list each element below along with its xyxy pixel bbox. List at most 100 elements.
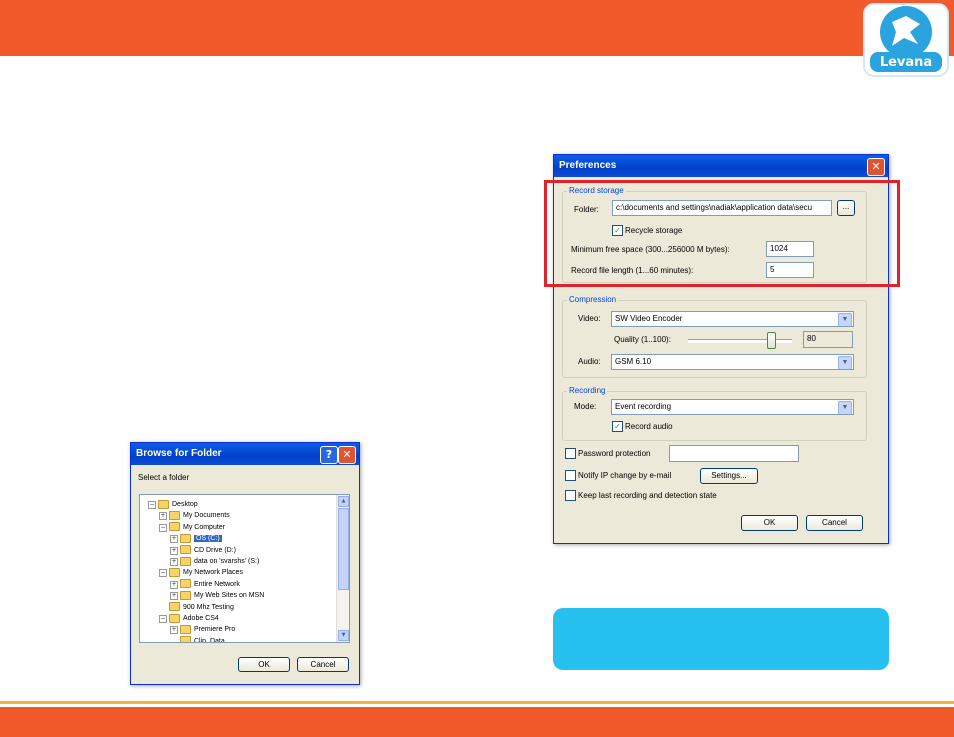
keep-last-recording-checkbox[interactable] xyxy=(565,490,576,501)
tree-item[interactable]: Entire Network xyxy=(180,579,240,590)
globe-icon xyxy=(180,579,191,589)
tree-item-label: My Network Places xyxy=(183,569,243,577)
network-icon xyxy=(169,568,180,578)
tree-item-label: data on 'svarshs' (S:) xyxy=(194,558,260,565)
quality-label: Quality (1..100): xyxy=(614,335,671,344)
cd-icon xyxy=(180,545,191,555)
preferences-title-bar: Preferences xyxy=(554,155,888,177)
desktop-icon xyxy=(158,499,169,509)
tree-item[interactable]: 900 Mhz Testing xyxy=(169,602,234,613)
audio-label: Audio: xyxy=(578,357,601,366)
drive-icon xyxy=(180,533,191,543)
recording-mode-value: Event recording xyxy=(615,402,672,411)
tree-item-label: Clip_Data xyxy=(194,637,225,643)
compression-label: Compression xyxy=(567,295,619,304)
chevron-down-icon[interactable]: ▼ xyxy=(838,356,852,369)
record-audio-checkbox[interactable]: ✓ xyxy=(612,421,623,432)
chevron-down-icon[interactable]: ▼ xyxy=(838,313,852,326)
audio-codec-select[interactable]: GSM 6.10 ▼ xyxy=(611,354,854,370)
tree-item[interactable]: My Web Sites on MSN xyxy=(180,590,264,601)
tree-item-label: My Documents xyxy=(183,512,230,520)
msn-icon xyxy=(180,590,191,600)
folder-icon xyxy=(169,613,180,623)
collapse-icon[interactable]: − xyxy=(159,523,167,532)
tree-scrollbar[interactable]: ▲ ▼ xyxy=(336,495,349,642)
help-icon[interactable]: ? xyxy=(320,446,338,464)
expand-icon[interactable]: + xyxy=(170,558,178,566)
bottom-banner xyxy=(0,707,954,737)
bottom-accent-line xyxy=(0,701,954,704)
record-audio-label: Record audio xyxy=(625,422,673,431)
tree-item[interactable]: data on 'svarshs' (S:) xyxy=(180,556,259,567)
quality-slider-track[interactable] xyxy=(688,339,792,343)
expand-icon[interactable]: + xyxy=(170,592,178,601)
recording-mode-select[interactable]: Event recording ▼ xyxy=(611,399,854,415)
close-icon[interactable]: ✕ xyxy=(867,158,885,176)
record-storage-highlight xyxy=(544,180,900,287)
browse-title: Browse for Folder xyxy=(136,448,222,459)
tree-item-label: My Web Sites on MSN xyxy=(194,592,265,600)
video-encoder-value: SW Video Encoder xyxy=(615,314,683,323)
top-banner xyxy=(0,0,954,56)
tree-item[interactable]: My Documents xyxy=(169,510,230,521)
browse-prompt: Select a folder xyxy=(138,473,190,482)
settings-button[interactable]: Settings... xyxy=(700,468,758,484)
scroll-up-icon[interactable]: ▲ xyxy=(338,496,349,507)
password-protection-checkbox[interactable] xyxy=(565,448,576,459)
tree-item-label: Adobe CS4 xyxy=(183,615,219,622)
logo-text: Levana xyxy=(879,55,933,70)
password-field[interactable] xyxy=(669,445,799,462)
tree-item[interactable]: My Network Places xyxy=(169,567,243,578)
tree-item-label: OS (C:) xyxy=(194,535,222,543)
tree-item[interactable]: Premiere Pro xyxy=(180,624,235,635)
quality-value-field[interactable]: 80 xyxy=(803,331,853,348)
browse-cancel-button[interactable]: Cancel xyxy=(297,657,349,672)
scroll-down-icon[interactable]: ▼ xyxy=(338,630,349,641)
audio-codec-value: GSM 6.10 xyxy=(615,357,652,366)
chevron-down-icon[interactable]: ▼ xyxy=(838,401,852,414)
folder-tree[interactable]: Desktop − My Documents + My Computer − OS (C:)… xyxy=(139,494,350,643)
tree-item-label: Premiere Pro xyxy=(194,626,236,634)
notify-ip-checkbox[interactable] xyxy=(565,470,576,481)
tree-item[interactable]: My Computer xyxy=(169,522,225,533)
preferences-cancel-button[interactable]: Cancel xyxy=(806,515,863,531)
browse-folder-dialog: Browse for Folder ? ✕ Select a folder De… xyxy=(130,442,360,685)
preferences-ok-button[interactable]: OK xyxy=(741,515,798,531)
expand-icon[interactable]: + xyxy=(159,512,167,521)
tree-item-label: My Computer xyxy=(183,523,226,531)
collapse-icon[interactable]: − xyxy=(148,501,156,509)
video-label: Video: xyxy=(578,314,601,323)
tree-item[interactable]: Clip_Data xyxy=(180,636,225,643)
recording-label: Recording xyxy=(567,386,608,395)
tree-item[interactable]: Adobe CS4 xyxy=(169,613,219,624)
tree-item-label: Desktop xyxy=(172,501,198,508)
folder-icon xyxy=(180,636,191,642)
collapse-icon[interactable]: − xyxy=(159,569,167,578)
tree-item-label: Entire Network xyxy=(194,580,240,588)
levana-logo: Levana xyxy=(862,2,950,78)
tree-item-label: 900 Mhz Testing xyxy=(183,603,234,611)
expand-icon[interactable]: + xyxy=(170,626,178,635)
info-callout xyxy=(553,608,889,670)
tree-item[interactable]: Desktop xyxy=(158,499,198,510)
keep-last-recording-label: Keep last recording and detection state xyxy=(578,491,717,500)
expand-icon[interactable]: + xyxy=(170,546,178,555)
tree-item[interactable]: OS (C:) xyxy=(180,533,222,544)
video-encoder-select[interactable]: SW Video Encoder ▼ xyxy=(611,311,854,327)
network-drive-icon xyxy=(180,556,191,566)
folder-icon xyxy=(169,602,180,612)
computer-icon xyxy=(169,522,180,532)
mode-label: Mode: xyxy=(574,402,597,411)
browse-ok-button[interactable]: OK xyxy=(238,657,290,672)
folder-icon xyxy=(169,511,180,521)
tree-item[interactable]: CD Drive (D:) xyxy=(180,545,236,556)
preferences-title: Preferences xyxy=(559,160,617,171)
folder-icon xyxy=(180,625,191,635)
expand-icon[interactable]: + xyxy=(170,535,178,544)
quality-slider-thumb[interactable] xyxy=(767,332,777,349)
close-icon[interactable]: ✕ xyxy=(338,446,356,464)
notify-ip-label: Notify IP change by e-mail xyxy=(578,471,672,480)
expand-icon[interactable]: + xyxy=(170,580,178,589)
scroll-thumb[interactable] xyxy=(338,508,349,590)
collapse-icon[interactable]: − xyxy=(159,615,167,623)
